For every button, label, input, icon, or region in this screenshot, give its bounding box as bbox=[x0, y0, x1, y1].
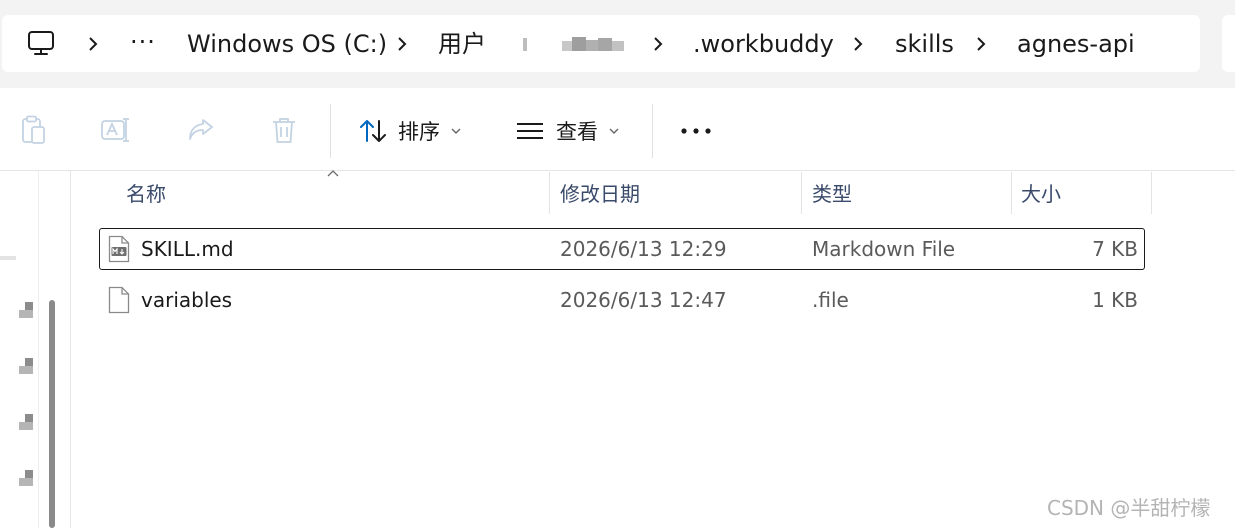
file-type: .file bbox=[812, 288, 849, 312]
chevron-down-icon bbox=[451, 128, 461, 134]
more-options-icon[interactable] bbox=[680, 118, 712, 144]
share-icon[interactable] bbox=[185, 114, 217, 146]
view-button[interactable]: 查看 bbox=[514, 114, 620, 148]
chevron-right-icon[interactable] bbox=[83, 34, 103, 54]
file-name[interactable]: SKILL.md bbox=[141, 235, 234, 263]
file-name[interactable]: variables bbox=[141, 286, 232, 314]
ellipsis-icon[interactable]: ··· bbox=[130, 27, 156, 57]
chevron-down-icon bbox=[609, 128, 619, 134]
column-header-name[interactable]: 名称 bbox=[126, 180, 166, 208]
nav-pane-border[interactable] bbox=[70, 171, 71, 528]
file-size: 1 KB bbox=[1092, 288, 1138, 312]
paste-icon[interactable] bbox=[17, 114, 49, 146]
view-icon bbox=[517, 123, 543, 139]
file-modified: 2026/6/13 12:29 bbox=[560, 237, 727, 261]
sort-button[interactable]: 排序 bbox=[358, 114, 462, 148]
breadcrumb-users[interactable]: 用户 bbox=[438, 29, 486, 59]
breadcrumb-skills[interactable]: skills bbox=[895, 29, 954, 59]
file-type: Markdown File bbox=[812, 237, 956, 261]
nav-item-icon-blurred[interactable] bbox=[17, 414, 37, 434]
generic-file-icon bbox=[108, 286, 130, 314]
watermark: CSDN @半甜柠檬 bbox=[1047, 496, 1211, 520]
column-divider[interactable] bbox=[801, 172, 802, 214]
sort-icon bbox=[360, 120, 386, 142]
this-pc-icon[interactable] bbox=[26, 28, 56, 58]
sort-ascending-icon bbox=[327, 170, 339, 177]
nav-item-icon-blurred[interactable] bbox=[17, 302, 37, 322]
nav-scrollbar[interactable] bbox=[49, 300, 55, 528]
file-modified: 2026/6/13 12:47 bbox=[560, 288, 727, 312]
breadcrumb-current[interactable]: agnes-api bbox=[1017, 29, 1135, 59]
column-divider[interactable] bbox=[1151, 172, 1152, 214]
search-box[interactable] bbox=[1222, 15, 1235, 72]
nav-item-fragment bbox=[0, 256, 16, 260]
column-divider[interactable] bbox=[1011, 172, 1012, 214]
sort-label: 排序 bbox=[398, 120, 440, 144]
breadcrumb-workbuddy[interactable]: .workbuddy bbox=[693, 29, 834, 59]
toolbar-divider bbox=[330, 104, 331, 158]
breadcrumb-drive[interactable]: Windows OS (C:) bbox=[187, 29, 387, 59]
blurred-username[interactable] bbox=[520, 36, 630, 54]
rename-icon[interactable] bbox=[100, 114, 132, 146]
chevron-right-icon[interactable] bbox=[971, 34, 991, 54]
chevron-right-icon[interactable] bbox=[848, 34, 868, 54]
column-header-modified[interactable]: 修改日期 bbox=[560, 180, 640, 208]
nav-inner-divider bbox=[38, 171, 39, 528]
toolbar-divider bbox=[652, 104, 653, 158]
view-label: 查看 bbox=[556, 120, 598, 144]
chevron-right-icon[interactable] bbox=[648, 34, 668, 54]
column-header-size[interactable]: 大小 bbox=[1021, 180, 1061, 208]
file-size: 7 KB bbox=[1092, 237, 1138, 261]
nav-item-icon-blurred[interactable] bbox=[17, 470, 37, 490]
chevron-right-icon[interactable] bbox=[392, 34, 412, 54]
delete-icon[interactable] bbox=[268, 114, 300, 146]
markdown-file-icon bbox=[108, 235, 130, 263]
column-header-type[interactable]: 类型 bbox=[812, 180, 852, 208]
nav-item-icon-blurred[interactable] bbox=[17, 358, 37, 378]
column-divider[interactable] bbox=[549, 172, 550, 214]
